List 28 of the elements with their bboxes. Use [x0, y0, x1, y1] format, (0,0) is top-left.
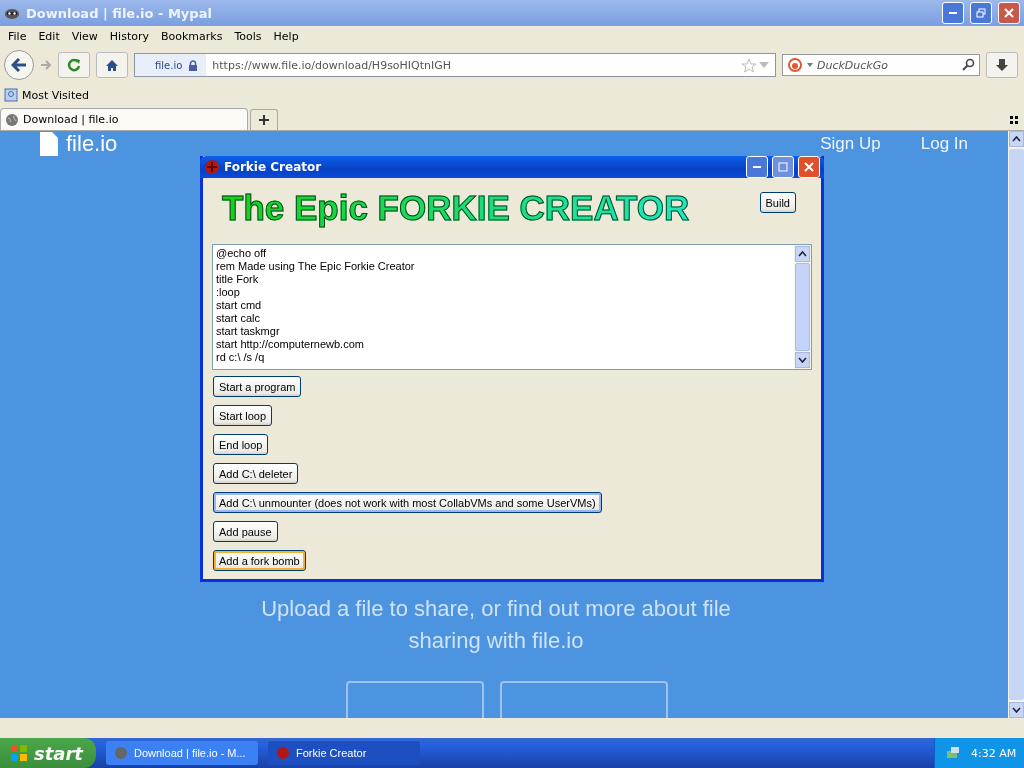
window-title: Download | file.io - Mypal: [26, 5, 213, 21]
site-identity[interactable]: file.io: [135, 54, 207, 76]
bookmark-item[interactable]: Most Visited: [22, 88, 89, 102]
browser-tab[interactable]: Download | file.io: [0, 108, 248, 130]
url-text: https://www.file.io/download/H9soHIQtnIGH: [211, 58, 453, 72]
menu-item[interactable]: Bookmarks: [155, 29, 229, 43]
action-button[interactable]: Add pause: [213, 521, 278, 542]
menu-item[interactable]: Help: [267, 29, 305, 43]
address-field[interactable]: file.io https://www.file.io/download/H9soHIQtnIGH: [134, 53, 776, 77]
menu-item[interactable]: Edit: [32, 29, 66, 43]
menu-item[interactable]: Tools: [228, 29, 268, 43]
start-button[interactable]: start: [0, 738, 96, 768]
menu-item[interactable]: File: [2, 29, 33, 43]
action-button[interactable]: End loop: [213, 434, 269, 455]
search-field[interactable]: DuckDuckGo: [782, 54, 980, 76]
tagline: Upload a file to share, or find out more about file sharing with file.io: [260, 595, 732, 655]
menu-item[interactable]: View: [65, 29, 104, 43]
action-button[interactable]: Add C:\ unmounter (does not work with most CollabVMs and some UserVMs): [213, 492, 602, 513]
action-button[interactable]: Start loop: [213, 405, 273, 426]
action-button[interactable]: Start a program: [213, 376, 302, 397]
taskbar-item[interactable]: Download | file.io - M...: [106, 741, 258, 765]
clock: 4:32 AM: [971, 746, 1017, 760]
dialog-title: Forkie Creator: [224, 160, 323, 174]
taskbar-item[interactable]: Forkie Creator: [268, 741, 420, 765]
build-button[interactable]: Build: [759, 192, 796, 213]
menu-item[interactable]: History: [103, 29, 155, 43]
action-button[interactable]: Add a fork bomb: [213, 550, 306, 571]
action-button[interactable]: Add C:\ deleter: [213, 463, 299, 484]
